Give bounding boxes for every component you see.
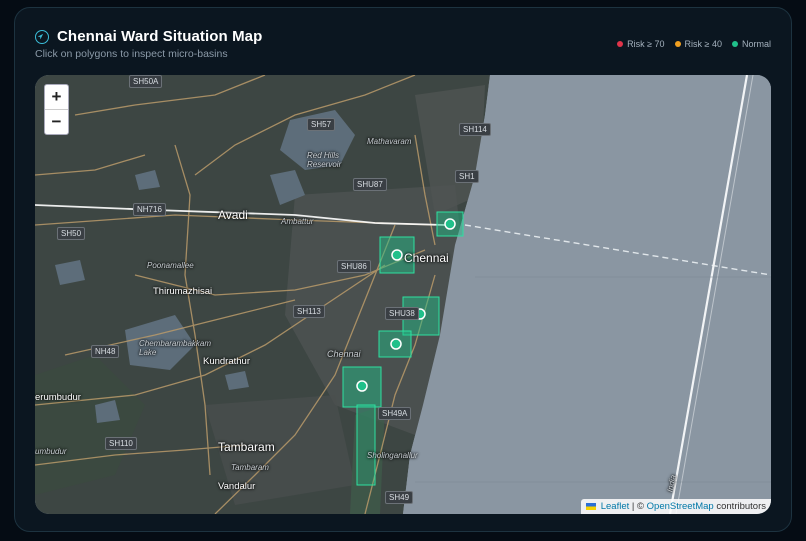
legend-label: Risk ≥ 70	[627, 39, 665, 49]
leaflet-link[interactable]: Leaflet	[601, 501, 630, 512]
road-label: SH114	[459, 123, 491, 136]
place-mathavaram: Mathavaram	[367, 137, 412, 146]
road-label: SHU87	[353, 178, 387, 191]
place-sriperumbudur: erumbudur	[35, 392, 81, 403]
place-avadi: Avadi	[218, 208, 248, 222]
map-canvas[interactable]: SH50A SH57 SH114 SHU87 SH1 NH716 SH50 SH…	[35, 75, 771, 514]
zoom-control: + −	[44, 84, 69, 135]
road-label: SH113	[293, 305, 325, 318]
legend-label: Normal	[741, 39, 771, 49]
road-label: SH1	[455, 170, 479, 183]
place-sholinganallur: Sholinganallur	[367, 451, 418, 460]
map-card: Chennai Ward Situation Map Click on poly…	[14, 7, 792, 532]
place-chembarambakkam: Chembarambakkam Lake	[139, 339, 212, 357]
ukraine-flag-icon	[586, 502, 597, 510]
road-label: SHU86	[337, 260, 371, 273]
place-tambaram: Tambaram	[218, 440, 275, 454]
ward-marker[interactable]	[390, 338, 402, 350]
osm-link[interactable]: OpenStreetMap	[647, 501, 714, 512]
legend-label: Risk ≥ 40	[684, 39, 722, 49]
road-label: SH50A	[129, 75, 163, 88]
place-vandalur: Vandalur	[218, 481, 256, 492]
place-chennai: Chennai	[404, 251, 449, 265]
place-thirumazhisai: Thirumazhisai	[153, 286, 213, 297]
orange-dot-icon	[674, 41, 681, 47]
road-label: NH48	[91, 345, 120, 358]
ward-marker[interactable]	[444, 218, 456, 230]
ward-marker[interactable]	[391, 249, 403, 261]
page-subtitle: Click on polygons to inspect micro-basin…	[35, 48, 228, 60]
place-chennai-small: Chennai	[327, 349, 361, 359]
legend-item-medium: Risk ≥ 40	[674, 39, 722, 49]
place-umbudur: umbudur	[35, 447, 67, 456]
place-red-hills: Red Hills Reservoir	[307, 151, 342, 169]
road-label: SH50	[57, 227, 86, 240]
road-label: SH57	[307, 118, 336, 131]
ward-polygon[interactable]	[356, 404, 376, 486]
place-kundrathur: Kundrathur	[203, 356, 251, 367]
road-label: SH110	[105, 437, 137, 450]
place-poonamallee: Poonamallee	[147, 261, 194, 270]
legend-item-high: Risk ≥ 70	[617, 39, 665, 49]
page-title: Chennai Ward Situation Map	[57, 28, 263, 45]
zoom-out-button[interactable]: −	[45, 110, 68, 134]
road-label: SH49A	[378, 407, 412, 420]
map-attribution: Leaflet | © OpenStreetMap contributors	[581, 499, 771, 514]
zoom-in-button[interactable]: +	[45, 85, 68, 110]
road-label: SH49	[385, 491, 414, 504]
red-dot-icon	[617, 41, 624, 47]
green-dot-icon	[731, 41, 738, 47]
road-label: SHU38	[385, 307, 419, 320]
attribution-separator: | ©	[629, 501, 647, 512]
place-ambattur: Ambattur	[281, 217, 314, 226]
attribution-suffix: contributors	[713, 501, 766, 512]
risk-legend: Risk ≥ 70 Risk ≥ 40 Normal	[617, 39, 771, 49]
legend-item-normal: Normal	[731, 39, 771, 49]
ward-marker[interactable]	[356, 380, 368, 392]
compass-icon	[35, 29, 49, 44]
place-tambaram-small: Tambaram	[231, 463, 269, 472]
road-label: NH716	[133, 203, 166, 216]
